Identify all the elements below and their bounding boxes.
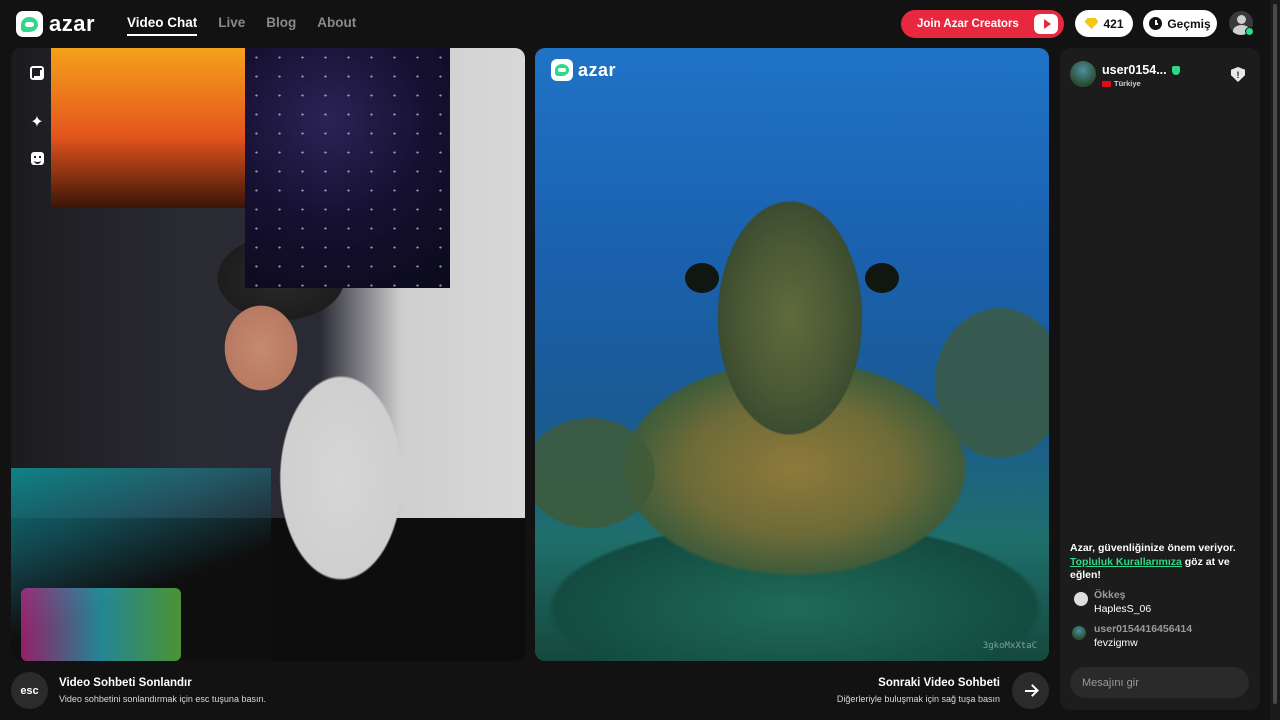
azar-logo-icon xyxy=(551,59,573,81)
peer-avatar[interactable] xyxy=(1070,61,1096,87)
community-guidelines-link[interactable]: Topluluk Kurallarımıza xyxy=(1070,556,1182,568)
azar-logo-icon xyxy=(16,11,43,37)
turtle-flipper-left xyxy=(535,418,655,528)
page-scrollbar[interactable] xyxy=(1270,0,1280,720)
message-avatar xyxy=(1072,626,1086,640)
main-nav: Video Chat Live Blog About xyxy=(127,15,356,36)
flag-icon xyxy=(1102,81,1111,87)
rgb-keyboard xyxy=(21,588,181,661)
face-filter-button[interactable] xyxy=(22,143,52,173)
message-text: HaplesS_06 xyxy=(1094,603,1152,615)
clock-icon xyxy=(1149,17,1163,30)
peer-country: Türkiye xyxy=(1114,79,1141,88)
effects-button[interactable]: ✦ xyxy=(22,108,52,138)
end-chat-button[interactable]: esc xyxy=(11,672,48,709)
logo-text: azar xyxy=(49,11,96,36)
online-status-dot xyxy=(1245,27,1254,36)
face-filter-icon xyxy=(30,151,44,165)
shield-report-icon[interactable]: ! xyxy=(1231,67,1245,82)
local-video-panel xyxy=(11,48,525,661)
remote-video-panel: azar 3gkoMxXtaC xyxy=(535,48,1049,661)
top-navigation: azar Video Chat Live Blog About Join Aza… xyxy=(0,0,1280,48)
azar-logo[interactable]: azar xyxy=(16,11,95,37)
message-avatar xyxy=(1074,592,1088,606)
expand-button[interactable] xyxy=(22,58,52,88)
gem-icon xyxy=(1084,18,1099,29)
history-button[interactable]: Geçmiş xyxy=(1143,10,1217,37)
turtle-eye-right xyxy=(865,263,899,293)
nav-video-chat[interactable]: Video Chat xyxy=(127,15,198,36)
remote-azar-watermark-logo: azar xyxy=(551,59,616,81)
history-label: Geçmiş xyxy=(1167,16,1211,31)
wall-tapestry xyxy=(245,48,450,288)
end-chat-title: Video Sohbeti Sonlandır xyxy=(59,677,192,689)
join-creators-button[interactable]: Join Azar Creators xyxy=(901,10,1064,38)
safety-text: Azar, güvenliğinize önem veriyor. xyxy=(1070,542,1236,554)
safety-notice: Azar, güvenliğinize önem veriyor. Toplul… xyxy=(1070,542,1252,583)
nav-live[interactable]: Live xyxy=(218,15,245,36)
next-chat-hint: Diğerleriyle buluşmak için sağ tuşa bası… xyxy=(836,694,1000,704)
video-watermark-id: 3gkoMxXtaC xyxy=(982,641,1037,651)
chat-message-input[interactable] xyxy=(1070,667,1249,698)
gems-count: 421 xyxy=(1103,16,1124,31)
play-icon xyxy=(1034,14,1058,34)
verified-icon xyxy=(1172,66,1180,75)
peer-username[interactable]: user0154... xyxy=(1102,63,1167,77)
expand-icon xyxy=(30,66,44,80)
next-chat-button[interactable] xyxy=(1012,672,1049,709)
arrow-right-icon xyxy=(1024,689,1037,692)
turtle-flipper-right xyxy=(935,308,1049,458)
chat-panel: user0154... Türkiye ! Azar, güvenliğiniz… xyxy=(1060,48,1260,710)
nav-blog[interactable]: Blog xyxy=(266,15,296,36)
message-sender: user0154416456414 xyxy=(1094,623,1193,635)
next-chat-title: Sonraki Video Sohbeti xyxy=(878,677,1000,689)
nav-about[interactable]: About xyxy=(317,15,356,36)
message-sender: Ökkeş xyxy=(1094,589,1126,601)
turtle-eye-left xyxy=(685,263,719,293)
message-text: fevzigmw xyxy=(1094,637,1138,649)
gems-balance-button[interactable]: 421 xyxy=(1075,10,1133,37)
wall-poster xyxy=(51,48,245,208)
end-chat-hint: Video sohbetini sonlandırmak için esc tu… xyxy=(59,694,266,704)
remote-logo-text: azar xyxy=(578,59,617,80)
sparkle-icon: ✦ xyxy=(30,114,44,131)
join-creators-label: Join Azar Creators xyxy=(917,18,1019,30)
